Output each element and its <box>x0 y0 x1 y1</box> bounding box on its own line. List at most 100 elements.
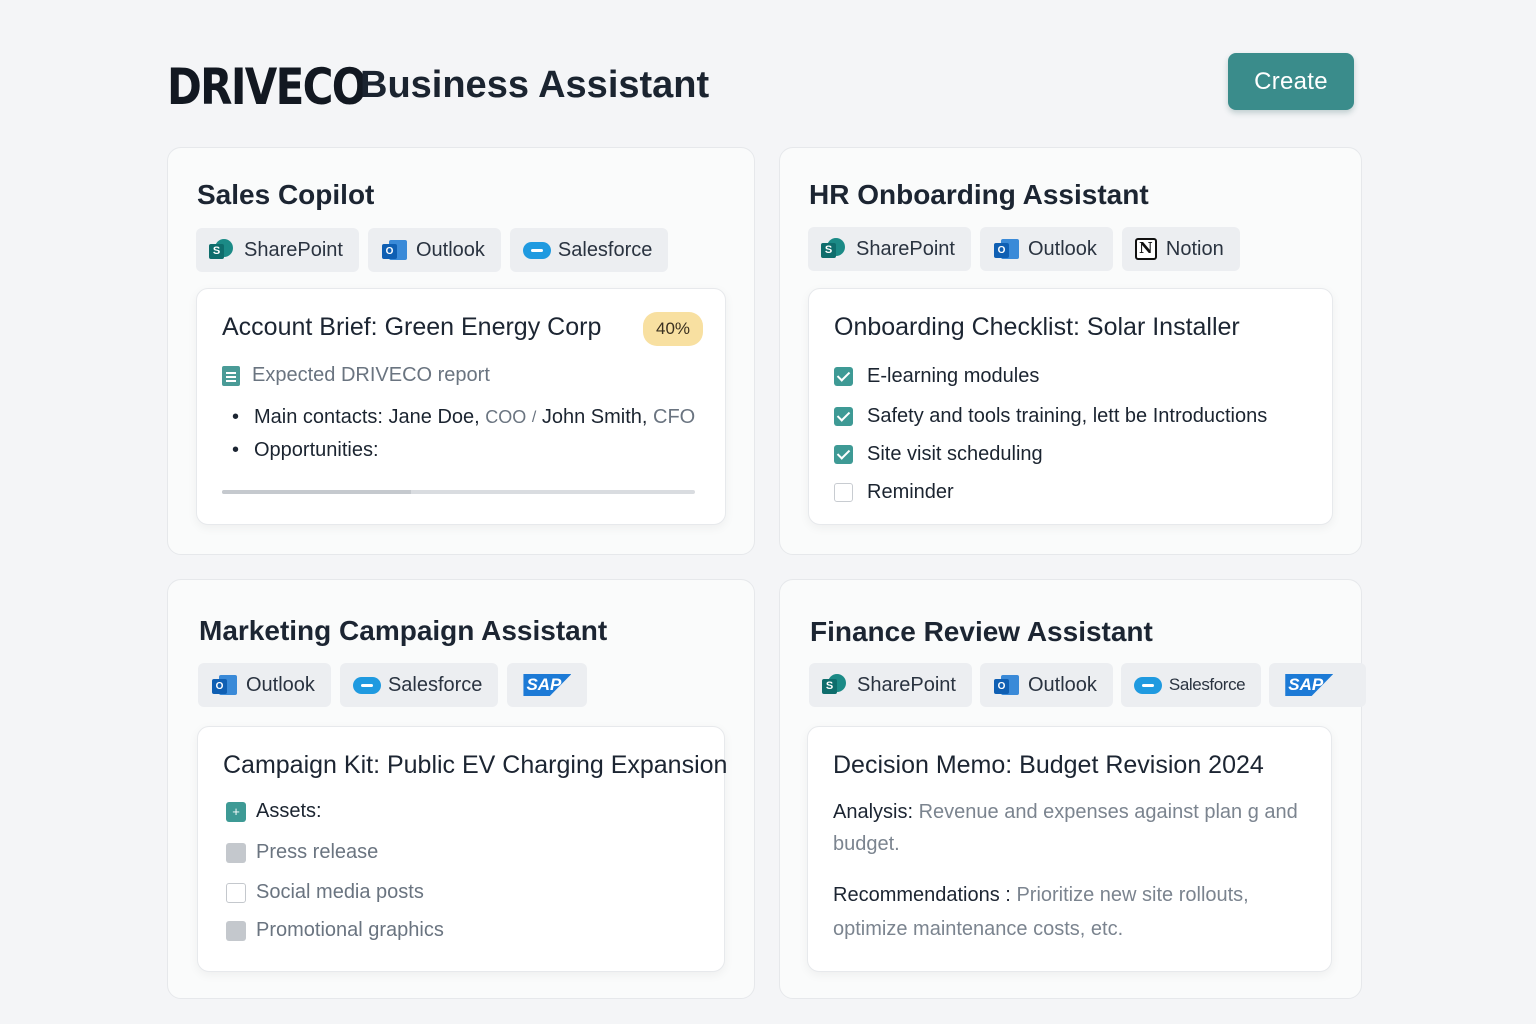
plus-icon: + <box>226 801 246 822</box>
chip-salesforce[interactable]: Salesforce <box>1120 663 1262 707</box>
card-title: Finance Review Assistant <box>810 616 1153 647</box>
chip-label: Salesforce <box>1168 675 1246 694</box>
contact-2: John Smith, <box>541 406 648 428</box>
checklist-item[interactable]: Site visit scheduling <box>834 443 1043 466</box>
progress-badge: 40% <box>643 312 703 346</box>
decision-memo-panel[interactable]: Decision Memo: Budget Revision 2024 Anal… <box>807 726 1332 972</box>
contacts-label: Main contacts: <box>254 406 383 428</box>
opportunities-label: Opportunities: <box>254 439 379 461</box>
checklist-item[interactable]: Reminder <box>834 481 954 504</box>
sharepoint-icon <box>209 239 235 261</box>
contact-separator: / <box>531 408 537 426</box>
recommendations-label: Recommendations : <box>833 884 1011 906</box>
doc-title: Campaign Kit: Public EV Charging Expansi… <box>223 751 728 779</box>
asset-item[interactable]: Press release <box>226 841 378 864</box>
chip-sap[interactable]: SAP <box>507 663 588 707</box>
card-title: Marketing Campaign Assistant <box>199 615 608 646</box>
sap-logo: SAP <box>1285 674 1334 696</box>
page-header: DRIVECO Business Assistant Create <box>167 52 1354 116</box>
document-icon <box>222 365 240 386</box>
sap-logo: SAP <box>523 674 572 696</box>
chip-label: SharePoint <box>856 237 955 260</box>
chip-notion[interactable]: N Notion <box>1121 227 1240 271</box>
doc-title: Decision Memo: Budget Revision 2024 <box>833 751 1264 779</box>
checklist-label: Safety and tools training, lett be Intro… <box>867 405 1268 427</box>
assets-header: + Assets: <box>226 800 322 823</box>
campaign-kit-panel[interactable]: Campaign Kit: Public EV Charging Expansi… <box>197 726 728 972</box>
image-icon <box>226 920 246 941</box>
sales-copilot-card[interactable]: Sales Copilot SharePoint Outlook Salesfo… <box>167 147 755 555</box>
checkbox-unchecked[interactable] <box>834 483 853 502</box>
salesforce-icon <box>522 239 551 261</box>
chip-sap[interactable]: SAP <box>1269 663 1367 707</box>
asset-label: Press release <box>256 841 379 863</box>
checkbox-checked[interactable] <box>834 367 853 386</box>
chip-outlook[interactable]: Outlook <box>198 663 331 707</box>
checkbox-checked[interactable] <box>834 445 853 464</box>
chip-sharepoint[interactable]: SharePoint <box>809 663 972 707</box>
checklist-label: E-learning modules <box>867 365 1040 387</box>
integration-chips: Outlook Salesforce SAP <box>198 663 588 707</box>
chip-label: Notion <box>1165 237 1224 260</box>
notion-icon: N <box>1134 238 1157 260</box>
analysis-block: Analysis: Revenue and expenses against p… <box>833 796 1323 860</box>
salesforce-icon <box>1133 674 1162 696</box>
integration-chips: SharePoint Outlook Salesforce <box>196 228 669 272</box>
assets-label: Assets: <box>256 800 322 822</box>
contact-1: Jane Doe, <box>388 406 480 428</box>
analysis-label: Analysis: <box>833 801 914 823</box>
outlook-icon <box>993 238 1019 260</box>
hr-onboarding-card[interactable]: HR Onboarding Assistant SharePoint Outlo… <box>779 147 1362 555</box>
chip-sharepoint[interactable]: SharePoint <box>196 228 359 272</box>
contact-1-role: COO <box>485 407 527 427</box>
chip-label: Outlook <box>415 238 485 261</box>
integration-chips: SharePoint Outlook N Notion <box>808 227 1240 271</box>
asset-label: Social media posts <box>256 881 424 903</box>
brand-logo: DRIVECO <box>167 58 367 116</box>
contact-2-role: CFO <box>653 406 696 428</box>
checklist-label: Reminder <box>867 481 954 503</box>
recommendations-block: Recommendations : Prioritize new site ro… <box>833 878 1323 946</box>
checklist-item[interactable]: E-learning modules <box>834 365 1039 388</box>
checklist-item[interactable]: Safety and tools training, lett be Intro… <box>834 405 1267 428</box>
chip-label: SharePoint <box>857 673 956 696</box>
asset-item[interactable]: Social media posts <box>226 881 424 904</box>
card-title: Sales Copilot <box>197 179 375 210</box>
sharepoint-icon <box>821 238 847 260</box>
chip-label: Outlook <box>1027 237 1097 260</box>
chip-label: Salesforce <box>387 673 483 696</box>
chip-salesforce[interactable]: Salesforce <box>339 663 499 707</box>
chip-outlook[interactable]: Outlook <box>979 663 1113 707</box>
progress-bar <box>222 490 695 494</box>
checkbox-checked[interactable] <box>834 407 853 426</box>
contacts-item: Main contacts: Jane Doe, COO / John Smit… <box>232 406 695 429</box>
account-brief-panel[interactable]: Account Brief: Green Energy Corp 40% Exp… <box>196 288 726 525</box>
salesforce-icon <box>352 674 381 696</box>
opportunities-item: Opportunities: <box>232 439 379 462</box>
checklist-label: Site visit scheduling <box>867 443 1043 465</box>
progress-fill <box>222 490 412 494</box>
finance-review-card[interactable]: Finance Review Assistant SharePoint Outl… <box>779 579 1367 999</box>
chip-label: SharePoint <box>244 238 343 261</box>
sharepoint-icon <box>822 674 848 696</box>
chip-label: Salesforce <box>557 238 653 261</box>
doc-subtitle-row: Expected DRIVECO report <box>222 364 490 387</box>
chip-outlook[interactable]: Outlook <box>367 228 501 272</box>
chip-sharepoint[interactable]: SharePoint <box>808 227 971 271</box>
create-button[interactable]: Create <box>1228 53 1354 110</box>
page-title: Business Assistant <box>360 64 710 106</box>
chip-outlook[interactable]: Outlook <box>979 227 1113 271</box>
marketing-campaign-card[interactable]: Marketing Campaign Assistant Outlook Sal… <box>167 579 755 999</box>
doc-subtitle: Expected DRIVECO report <box>252 364 490 386</box>
doc-title: Account Brief: Green Energy Corp <box>222 313 602 341</box>
outlook-icon <box>381 239 407 261</box>
outlook-icon <box>993 674 1019 696</box>
doc-title: Onboarding Checklist: Solar Installer <box>834 313 1240 341</box>
monitor-icon <box>226 882 246 903</box>
chip-salesforce[interactable]: Salesforce <box>509 228 669 272</box>
integration-chips: SharePoint Outlook Salesforce SAP <box>809 663 1367 707</box>
asset-item[interactable]: Promotional graphics <box>226 919 444 942</box>
chip-label: Outlook <box>246 673 315 696</box>
onboarding-checklist-panel[interactable]: Onboarding Checklist: Solar Installer E-… <box>808 288 1333 525</box>
asset-label: Promotional graphics <box>256 919 444 941</box>
